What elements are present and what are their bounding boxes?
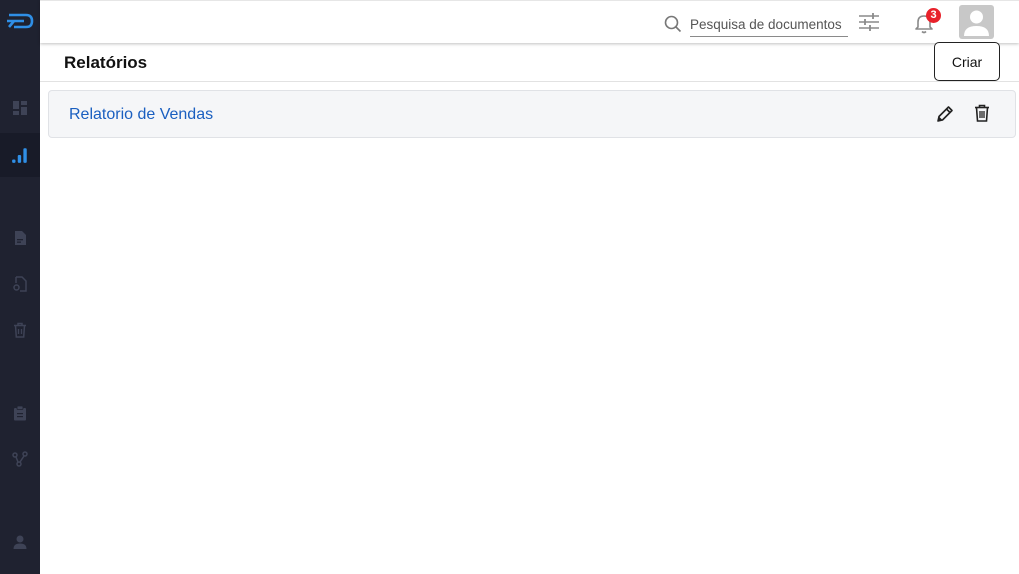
notification-badge: 3 (926, 8, 941, 23)
user-avatar-icon (964, 10, 989, 36)
avatar[interactable] (959, 5, 994, 39)
list-item[interactable]: Relatorio de Vendas (48, 90, 1016, 138)
dashboard-icon (13, 101, 27, 115)
sidebar-item-document-settings[interactable] (0, 262, 40, 306)
user-icon (13, 535, 27, 549)
sidebar (0, 0, 40, 574)
document-settings-icon (13, 276, 27, 292)
sidebar-item-dashboard[interactable] (0, 86, 40, 130)
bar-chart-icon (12, 148, 27, 163)
search-bar (664, 11, 848, 37)
sidebar-item-documents[interactable] (0, 216, 40, 260)
pd-logo-icon[interactable] (6, 10, 34, 32)
sidebar-item-clipboard[interactable] (0, 391, 40, 435)
document-icon (15, 231, 26, 245)
clipboard-icon (14, 405, 26, 421)
sidebar-item-flow[interactable] (0, 437, 40, 481)
trash-icon (14, 322, 26, 338)
page-header: Relatórios Criar (40, 42, 1019, 82)
pencil-icon[interactable] (935, 104, 955, 124)
topbar: 3 (40, 0, 1019, 43)
search-input[interactable] (690, 11, 848, 37)
sidebar-item-user[interactable] (0, 520, 40, 564)
report-name-link[interactable]: Relatorio de Vendas (69, 106, 213, 124)
search-icon[interactable] (664, 15, 682, 33)
sidebar-item-trash[interactable] (0, 308, 40, 352)
sliders-icon[interactable] (858, 12, 880, 32)
page-title: Relatórios (64, 53, 148, 72)
app: 3 Relatórios Criar Relatorio de Vendas (0, 0, 1019, 574)
sidebar-item-reports[interactable] (0, 133, 40, 177)
create-button[interactable]: Criar (934, 42, 1000, 81)
flow-icon (12, 451, 28, 467)
trash-icon[interactable] (972, 103, 992, 123)
